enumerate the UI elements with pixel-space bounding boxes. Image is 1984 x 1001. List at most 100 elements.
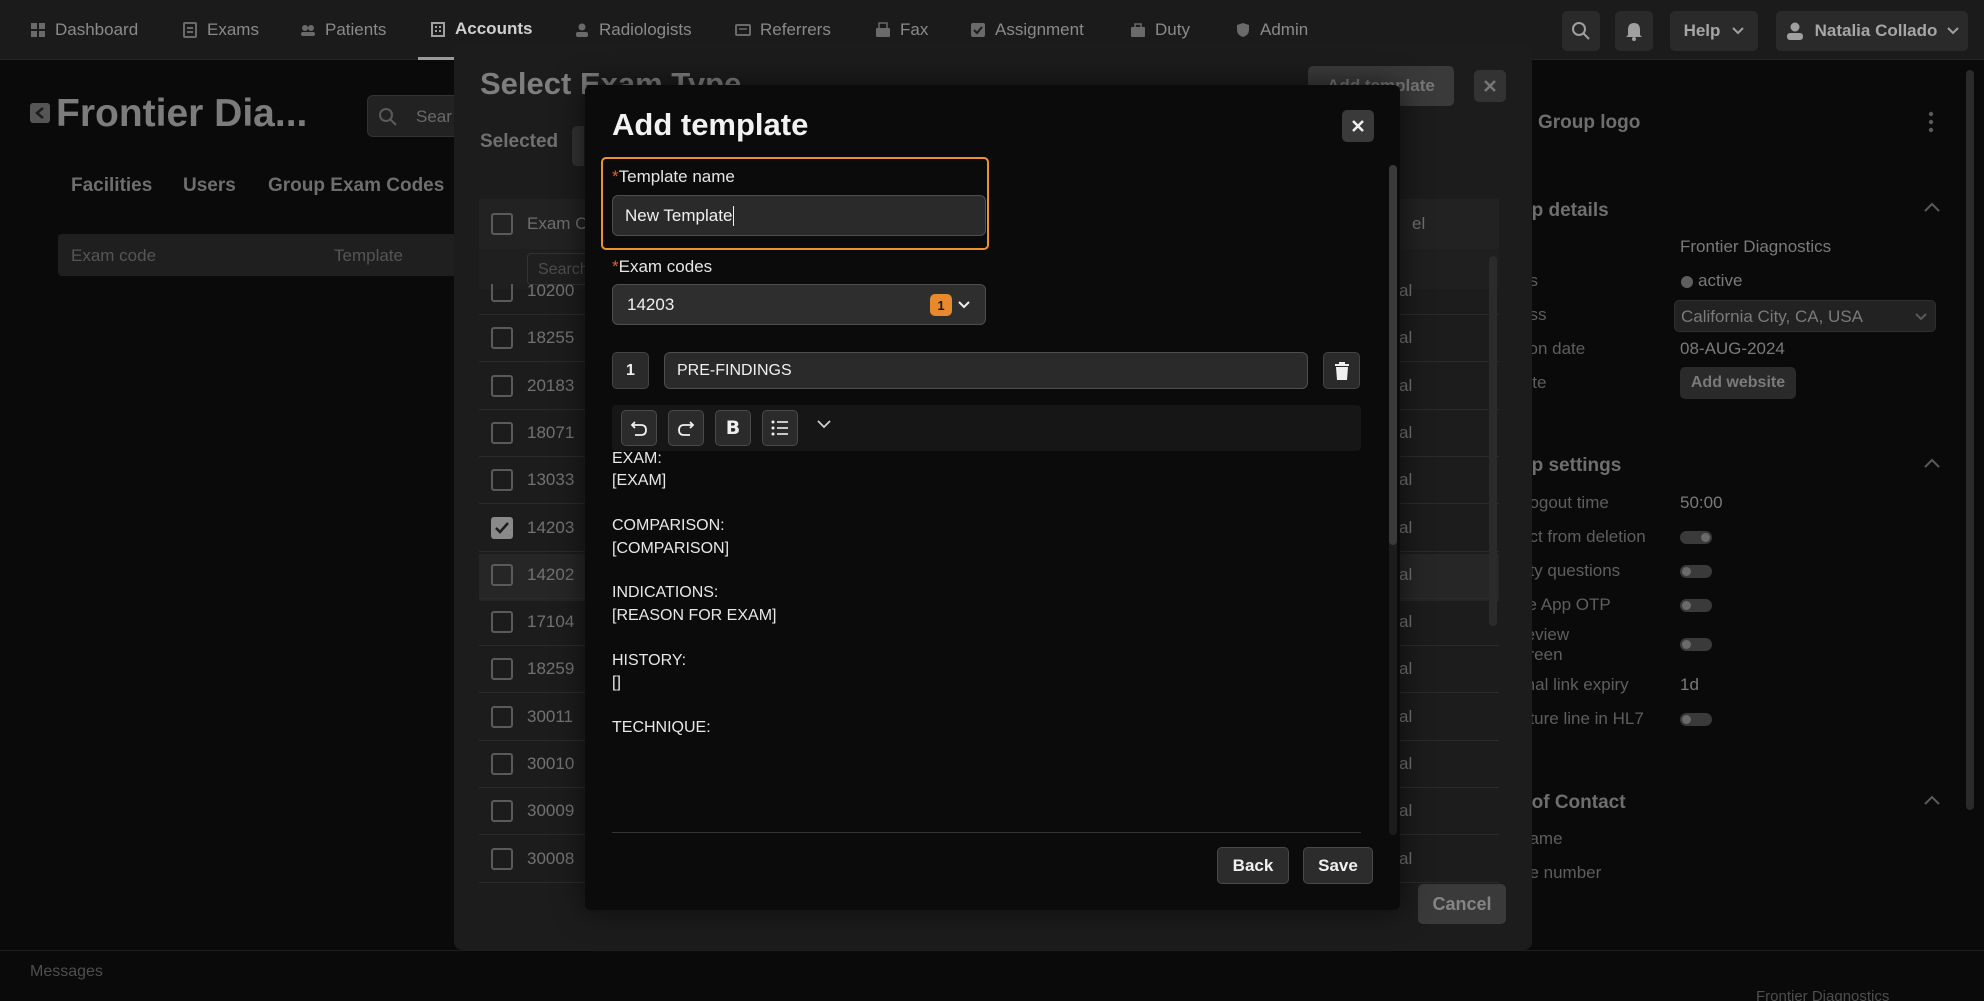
section-name-input[interactable]: PRE-FINDINGS xyxy=(664,352,1308,389)
card-icon xyxy=(735,24,751,36)
nav-label: Referrers xyxy=(760,20,831,39)
detail-value: Frontier Diagnostics xyxy=(1680,237,1832,256)
level-cell: al xyxy=(1399,375,1413,395)
exam-code-cell: 30009 xyxy=(527,801,575,821)
template-name-value: New Template xyxy=(625,205,733,225)
nav-label: Dashboard xyxy=(55,20,139,39)
bold-button[interactable]: B xyxy=(715,410,751,446)
checkmark-icon xyxy=(495,521,509,534)
exam-code-cell: 18071 xyxy=(527,422,575,442)
row-checkbox[interactable] xyxy=(491,327,513,350)
chevron-up-icon[interactable] xyxy=(1924,795,1940,805)
nav-label: Fax xyxy=(900,20,929,39)
row-checkbox[interactable] xyxy=(491,658,513,681)
account-title: Frontier Dia... xyxy=(56,92,308,135)
row-checkbox[interactable] xyxy=(491,284,513,302)
row-checkbox[interactable] xyxy=(491,374,513,397)
toggle-protect-deletion[interactable] xyxy=(1680,531,1712,544)
row-checkbox[interactable] xyxy=(491,611,513,634)
tab-users[interactable]: Users xyxy=(183,175,236,197)
setting-label: rnal link expiry xyxy=(1520,675,1629,694)
exam-code-cell: 20183 xyxy=(527,375,575,395)
add-website-button[interactable]: Add website xyxy=(1680,367,1796,399)
people-icon xyxy=(301,25,315,36)
kebab-menu[interactable] xyxy=(1928,110,1934,134)
bold-icon: B xyxy=(725,417,741,439)
delete-section-button[interactable] xyxy=(1323,352,1360,389)
search-placeholder: Sear xyxy=(416,107,452,126)
section-details-head: up details xyxy=(1520,200,1609,221)
row-checkbox[interactable] xyxy=(491,563,513,586)
cancel-button[interactable]: Cancel xyxy=(1418,884,1506,924)
exam-code-cell: 30008 xyxy=(527,848,575,868)
text-cursor xyxy=(733,205,735,226)
list-button[interactable] xyxy=(762,410,798,446)
row-checkbox[interactable] xyxy=(491,753,513,775)
modal-scrollbar-thumb[interactable] xyxy=(1389,165,1397,545)
exam-scrollbar[interactable] xyxy=(1489,256,1497,626)
nav-patients[interactable]: Patients xyxy=(300,0,386,60)
editor-line: INDICATIONS: xyxy=(612,584,719,602)
address-select[interactable]: California City, CA, USA xyxy=(1674,300,1936,332)
tab-facilities[interactable]: Facilities xyxy=(71,175,152,197)
exam-codes-select[interactable]: 14203 1 xyxy=(612,284,986,325)
search-icon xyxy=(1572,22,1590,40)
bullet-list-icon xyxy=(771,420,788,436)
level-cell: al xyxy=(1399,284,1413,300)
toggle-security-questions[interactable] xyxy=(1680,565,1712,578)
toggle-review-screen[interactable] xyxy=(1680,638,1712,651)
row-checkbox[interactable] xyxy=(491,705,513,728)
toggle-mobile-otp[interactable] xyxy=(1680,599,1712,612)
nav-exams[interactable]: Exams xyxy=(182,0,259,60)
arrow-left-icon xyxy=(35,107,44,119)
editor-content[interactable]: EXAM: [EXAM] COMPARISON: [COMPARISON] INDICA… xyxy=(585,450,1375,740)
notifications-button[interactable] xyxy=(1615,11,1653,51)
row-checkbox[interactable] xyxy=(491,421,513,444)
user-menu[interactable]: Natalia Collado xyxy=(1776,11,1968,51)
nav-label: Accounts xyxy=(455,18,533,38)
fax-icon xyxy=(876,22,890,37)
help-button[interactable]: Help xyxy=(1670,11,1758,51)
row-checkbox[interactable] xyxy=(491,847,513,870)
dialog-close-button[interactable] xyxy=(1474,70,1506,102)
level-cell: al xyxy=(1399,659,1413,679)
exam-code-cell: 30010 xyxy=(527,754,575,773)
count-badge: 1 xyxy=(930,294,952,316)
account-search[interactable]: Sear xyxy=(367,95,467,137)
user-name: Natalia Collado xyxy=(1814,21,1938,40)
setting-label: ect from deletion xyxy=(1520,527,1646,546)
more-tools-toggle[interactable] xyxy=(817,420,833,436)
messages-label[interactable]: Messages xyxy=(30,963,103,981)
chevron-up-icon[interactable] xyxy=(1924,202,1940,212)
back-button[interactable] xyxy=(30,103,50,123)
level-cell: al xyxy=(1399,612,1413,632)
row-checkbox[interactable] xyxy=(491,800,513,823)
toggle-signature-hl7[interactable] xyxy=(1680,713,1712,726)
template-name-input[interactable]: New Template xyxy=(612,195,986,236)
save-button[interactable]: Save xyxy=(1303,847,1373,884)
exam-code-cell: 10200 xyxy=(527,284,575,300)
modal-close-button[interactable] xyxy=(1342,110,1374,142)
selected-chip[interactable] xyxy=(572,126,584,166)
select-all-checkbox[interactable] xyxy=(491,213,513,235)
editor-line: HISTORY: xyxy=(612,651,687,669)
chevron-down-icon xyxy=(1732,27,1745,35)
undo-button[interactable] xyxy=(621,410,657,446)
search-button[interactable] xyxy=(1562,11,1600,51)
row-checkbox[interactable] xyxy=(491,516,513,539)
editor-line: [REASON FOR EXAM] xyxy=(612,606,777,624)
level-cell: al xyxy=(1399,564,1413,584)
exam-code-cell: 30011 xyxy=(527,706,574,726)
chevron-up-icon[interactable] xyxy=(1924,458,1940,468)
footer-right-label: Frontier Diagnostics xyxy=(1756,988,1890,1001)
chevron-down-icon xyxy=(958,301,970,309)
row-checkbox[interactable] xyxy=(491,469,513,492)
chevron-down-icon xyxy=(817,420,831,429)
tab-group-exam-codes[interactable]: Group Exam Codes xyxy=(268,175,444,197)
level-cell: al xyxy=(1399,801,1413,821)
nav-dashboard[interactable]: Dashboard xyxy=(30,0,138,60)
page-scrollbar[interactable] xyxy=(1966,70,1974,810)
redo-button[interactable] xyxy=(668,410,704,446)
level-cell: al xyxy=(1399,470,1413,490)
back-button[interactable]: Back xyxy=(1217,847,1289,884)
